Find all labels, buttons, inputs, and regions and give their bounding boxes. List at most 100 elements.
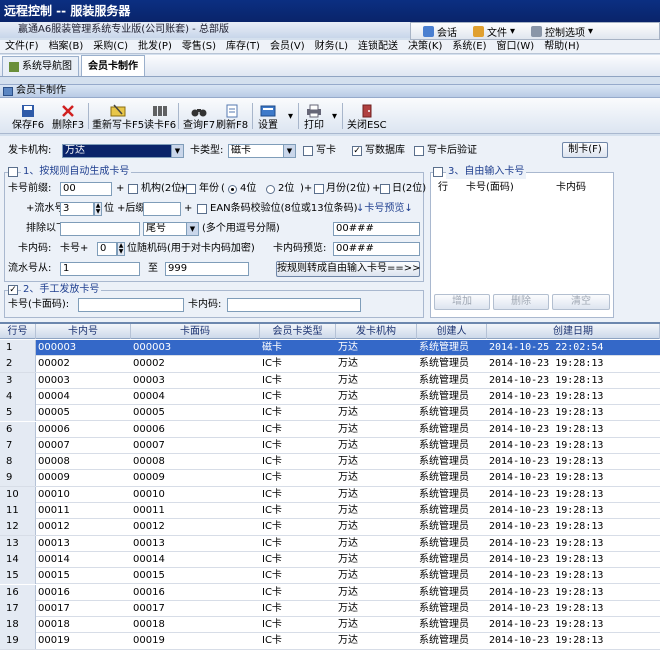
serial-length-input[interactable]: 3 [60,202,94,216]
table-row[interactable]: 6 00006 00006 IC卡 万达 系统管理员 2014-10-23 19:28:13 [0,421,660,438]
rewrite-card-button[interactable]: 重新写卡F5 [92,101,144,131]
exclude-mode-select[interactable]: 尾号 ▼ [143,222,199,236]
table-cell: 00014 [133,553,165,565]
table-cell: 系统管理员 [419,358,469,370]
write-db-checkbox[interactable]: ✓ [352,146,362,156]
make-card-button[interactable]: 制卡(F) [562,142,608,158]
table-cell: 00010 [38,488,70,500]
table-row[interactable]: 15 00015 00015 IC卡 万达 系统管理员 2014-10-23 19:28:1… [0,568,660,585]
write-card-checkbox[interactable] [303,146,313,156]
year-checkbox[interactable] [186,184,196,194]
chevron-down-icon[interactable]: ▾ [288,110,293,124]
column-header[interactable]: 行号 [0,324,36,339]
table-row[interactable]: 13 00013 00013 IC卡 万达 系统管理员 2014-10-23 19:28:1… [0,535,660,552]
table-row[interactable]: 18 00018 00018 IC卡 万达 系统管理员 2014-10-23 19:28:1… [0,617,660,634]
suffix-input[interactable] [143,202,181,216]
table-row[interactable]: 7 00007 00007 IC卡 万达 系统管理员 2014-10-23 19:28:13 [0,437,660,455]
random-length-input[interactable]: 0 [97,242,117,256]
table-row[interactable]: 4 00004 00004 IC卡 万达 系统管理员 2014-10-23 19:28:13 [0,388,660,406]
column-header[interactable]: 发卡机构 [336,324,417,339]
table-row[interactable]: 12 00012 00012 IC卡 万达 系统管理员 2014-10-23 19:28:1… [0,519,660,536]
random-spinner[interactable]: ▲ ▼ [117,242,125,256]
suffix-label: +后缀 [117,203,146,214]
table-row[interactable]: 8 00008 00008 IC卡 万达 系统管理员 2014-10-23 19:28:13 [0,454,660,471]
clear-button[interactable]: 清空 [552,294,610,310]
rule-group-checkbox[interactable] [8,167,18,177]
control-options-button[interactable]: 控制选项 ▾ [525,24,599,39]
table-cell: IC卡 [262,619,282,631]
table-row[interactable]: 19 00019 00019 IC卡 万达 系统管理员 2014-10-23 19:28:1… [0,633,660,650]
refresh-button[interactable]: 刷新F8 [216,101,248,131]
ean-checkbox[interactable] [197,204,207,214]
menu-item[interactable]: 连锁配送 [353,40,403,54]
table-row[interactable]: 2 00002 00002 IC卡 万达 系统管理员 2014-10-23 19:28:13 [0,356,660,373]
menu-item[interactable]: 库存(T) [221,40,265,54]
column-header[interactable]: 卡面码 [131,324,260,339]
table-row[interactable]: 11 00011 00011 IC卡 万达 系统管理员 2014-10-23 19:28:1… [0,503,660,520]
org-checkbox[interactable] [128,184,138,194]
menu-item[interactable]: 批发(P) [133,40,177,54]
table-row[interactable]: 5 00005 00005 IC卡 万达 系统管理员 2014-10-23 19:28:13 [0,405,660,422]
menu-item[interactable]: 决策(K) [403,40,447,54]
menu-item[interactable]: 会员(V) [265,40,310,54]
table-cell: 1 [0,340,36,356]
convert-rule-button[interactable]: 按规则转成自由输入卡号==>> [276,261,421,277]
chevron-down-icon[interactable]: ▾ [332,110,337,124]
map-icon [9,61,19,72]
table-row[interactable]: 17 00017 00017 IC卡 万达 系统管理员 2014-10-23 19:28:1… [0,600,660,618]
remove-button[interactable]: 删除 [493,294,549,310]
table-cell: 系统管理员 [419,488,469,500]
column-header[interactable]: 会员卡类型 [260,324,336,339]
serial-spinner[interactable]: ▲ ▼ [94,202,102,216]
column-header[interactable]: 卡内号 [36,324,131,339]
free-group-checkbox[interactable] [433,167,443,177]
table-cell: IC卡 [262,374,282,386]
column-header[interactable]: 创建日期 [487,324,660,339]
read-card-button[interactable]: 读卡F6 [144,101,176,131]
tab-navigation-map[interactable]: 系统导航图 [2,56,79,76]
month-checkbox[interactable] [314,184,324,194]
manual-group-checkbox[interactable]: ✓ [8,285,18,295]
close-button[interactable]: 关闭ESC [347,101,387,131]
preview-link[interactable]: ↓卡号预览↓ [356,202,413,216]
table-row[interactable]: 1 000003 000003 磁卡 万达 系统管理员 2014-10-25 22:02:5… [0,340,660,357]
print-button[interactable]: 打印 [304,101,324,131]
settings-button[interactable]: 设置 [258,101,278,131]
menu-item[interactable]: 采购(C) [88,40,133,54]
inner-code-manual-label: 卡内码: [188,299,222,310]
exclude-input[interactable] [60,222,140,236]
day-checkbox[interactable] [380,184,390,194]
year-2-radio[interactable] [266,185,275,194]
table-row[interactable]: 9 00009 00009 IC卡 万达 系统管理员 2014-10-23 19:28:13 [0,470,660,487]
menu-item[interactable]: 帮助(H) [539,40,584,54]
menu-item[interactable]: 零售(S) [177,40,221,54]
menu-item[interactable]: 档案(B) [44,40,89,54]
save-button[interactable]: 保存F6 [12,101,44,131]
column-header[interactable]: 创建人 [417,324,487,339]
card-type-select[interactable]: 磁卡 ▼ [228,144,296,158]
menu-item[interactable]: 窗口(W) [491,40,539,54]
menu-item[interactable]: 文件(F) [0,40,44,54]
issuer-select[interactable]: 万达 ▼ [62,144,184,158]
menu-item[interactable]: 财务(L) [310,40,353,54]
table-row[interactable]: 16 00016 00016 IC卡 万达 系统管理员 2014-10-23 19:28:1… [0,584,660,601]
range-to-input[interactable]: 999 [165,262,249,276]
face-code-label: 卡号(卡面码): [8,299,70,310]
menu-item[interactable]: 系统(E) [447,40,491,54]
add-button[interactable]: 增加 [434,294,490,310]
table-row[interactable]: 14 00014 00014 IC卡 万达 系统管理员 2014-10-23 19:28:1… [0,551,660,569]
delete-button[interactable]: 删除F3 [52,101,84,131]
verify-checkbox[interactable] [414,146,424,156]
chat-button[interactable]: 会话 [417,24,463,39]
face-code-input[interactable] [78,298,184,312]
year-4-radio[interactable] [228,185,237,194]
range-from-input[interactable]: 1 [60,262,140,276]
query-button[interactable]: 查询F7 [183,101,215,131]
table-row[interactable]: 3 00003 00003 IC卡 万达 系统管理员 2014-10-23 19:28:13 [0,372,660,389]
file-menu-button[interactable]: 文件 ▾ [467,24,521,39]
inner-code-input[interactable] [227,298,361,312]
prefix-input[interactable]: 00 [60,182,112,196]
binoculars-icon [191,103,207,118]
tab-member-card[interactable]: 会员卡制作 [81,55,145,76]
table-row[interactable]: 10 00010 00010 IC卡 万达 系统管理员 2014-10-23 19:28:1… [0,486,660,503]
